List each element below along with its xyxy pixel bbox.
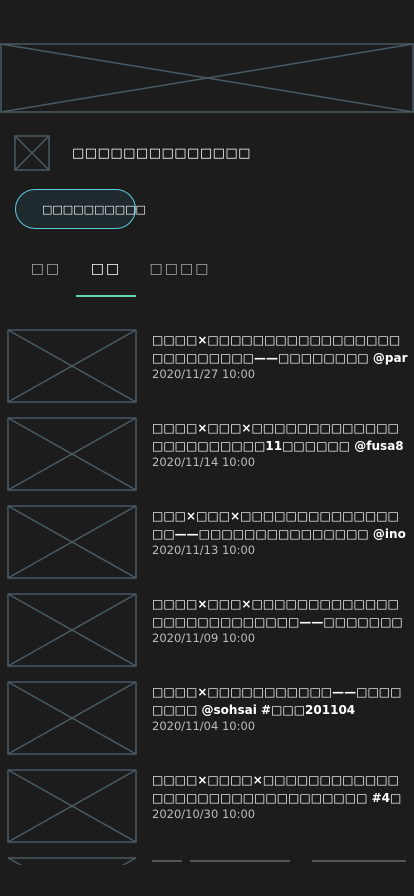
post-title: □□□□×□□□×□□□□□□□□□□□□□□□□□□□□□□□11□□□□□□… [152, 421, 404, 453]
post-title: □□□□×□□□□□□□□□□□——□□□□□□□□ @sohsai #□□□2… [152, 685, 402, 717]
post-thumbnail [7, 329, 137, 403]
post-thumbnail [7, 769, 137, 843]
list-item[interactable]: □□□□×□□□×□□□□□□□□□□□□□□□□□□□□□□□□□□——□□□… [0, 593, 414, 667]
tab-2[interactable]: □□ [76, 250, 136, 298]
post-date: 2020/11/13 10:00 [152, 543, 256, 557]
post-title: □□□□×□□□×□□□□□□□□□□□□□□□□□□□□□□□□□□——□□□… [152, 597, 403, 629]
post-date: 2020/11/14 10:00 [152, 455, 256, 469]
post-date: 2020/11/27 10:00 [152, 367, 256, 381]
banner-image [0, 43, 414, 113]
partial-text [152, 860, 182, 862]
avatar[interactable] [14, 135, 50, 171]
tab-3[interactable]: □□□□ [148, 250, 212, 298]
post-thumbnail [7, 417, 137, 491]
profile-name: □□□□□□□□□□□□□□ [72, 145, 251, 161]
tab-bar: □□ □□ □□□□ [0, 250, 414, 298]
list-item[interactable]: □□□□×□□□×□□□□□□□□□□□□□□□□□□□□□□□11□□□□□□… [0, 417, 414, 491]
post-thumbnail [7, 593, 137, 667]
follow-button[interactable]: □□□□□□□□□□ [15, 189, 146, 229]
partial-text [312, 860, 406, 862]
post-thumbnail [7, 505, 137, 579]
list-item[interactable]: □□□□×□□□□×□□□□□□□□□□□□□□□□□□□□□□□□□□□□□□… [0, 769, 414, 843]
post-date: 2020/10/30 10:00 [152, 807, 256, 821]
list-item[interactable]: □□□×□□□×□□□□□□□□□□□□□□□□——□□□□□□□□□□□□□□… [0, 505, 414, 579]
list-item-partial[interactable] [0, 857, 414, 865]
post-date: 2020/11/04 10:00 [152, 719, 256, 733]
follow-button-label: □□□□□□□□□□ [42, 202, 146, 216]
post-thumbnail [7, 681, 137, 755]
post-title: □□□×□□□×□□□□□□□□□□□□□□□□——□□□□□□□□□□□□□□… [152, 509, 406, 541]
post-thumbnail [7, 857, 137, 865]
post-title: □□□□×□□□□□□□□□□□□□□□□□□□□□□□□□□——□□□□□□□… [152, 333, 408, 365]
post-title: □□□□×□□□□×□□□□□□□□□□□□□□□□□□□□□□□□□□□□□□… [152, 773, 402, 805]
list-item[interactable]: □□□□×□□□□□□□□□□□□□□□□□□□□□□□□□□——□□□□□□□… [0, 329, 414, 403]
list-item[interactable]: □□□□×□□□□□□□□□□□——□□□□□□□□ @sohsai #□□□2… [0, 681, 414, 755]
tab-1[interactable]: □□ [22, 250, 70, 298]
post-date: 2020/11/09 10:00 [152, 631, 256, 645]
partial-text [190, 860, 290, 862]
profile-header: □□□□□□□□□□□□□□ [14, 135, 251, 171]
